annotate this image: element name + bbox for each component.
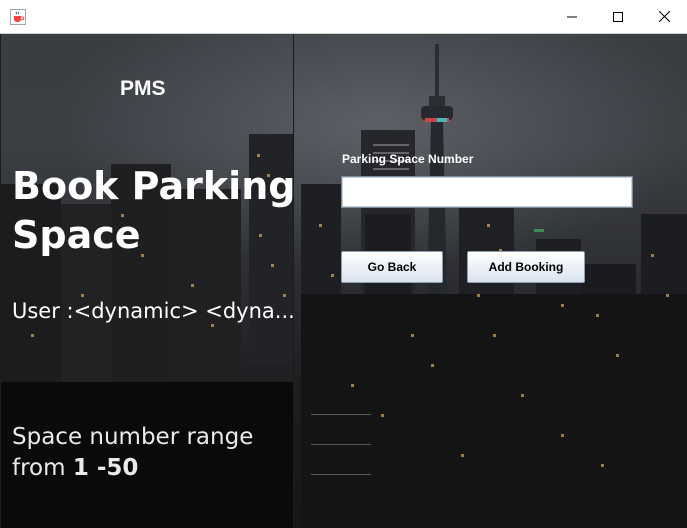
app-window: PMS Book Parking Space User :<dynamic> <…: [0, 0, 687, 528]
content-pane: PMS Book Parking Space User :<dynamic> <…: [1, 34, 687, 528]
space-range-text: Space number range from 1 -50: [12, 422, 253, 484]
minimize-icon: [567, 16, 577, 17]
maximize-icon: [613, 11, 623, 22]
range-line-1: Space number range: [12, 424, 254, 450]
minimize-button[interactable]: [549, 0, 595, 33]
go-back-button[interactable]: Go Back: [341, 251, 443, 283]
close-button[interactable]: [641, 0, 687, 33]
java-cup-icon: [10, 9, 26, 25]
brand-label: PMS: [120, 77, 166, 100]
close-icon: [658, 11, 670, 22]
parking-space-number-label: Parking Space Number: [342, 152, 474, 166]
range-line-2: from 1 -50: [12, 453, 253, 484]
user-label: User :<dynamic> <dyna...: [12, 299, 294, 323]
maximize-button[interactable]: [595, 0, 641, 33]
add-booking-button[interactable]: Add Booking: [467, 251, 585, 283]
parking-space-number-input[interactable]: [341, 176, 633, 208]
title-bar: [0, 0, 687, 34]
page-title: Book Parking Space: [12, 164, 296, 257]
range-value: 1 -50: [72, 455, 139, 481]
range-from: from: [12, 455, 73, 481]
